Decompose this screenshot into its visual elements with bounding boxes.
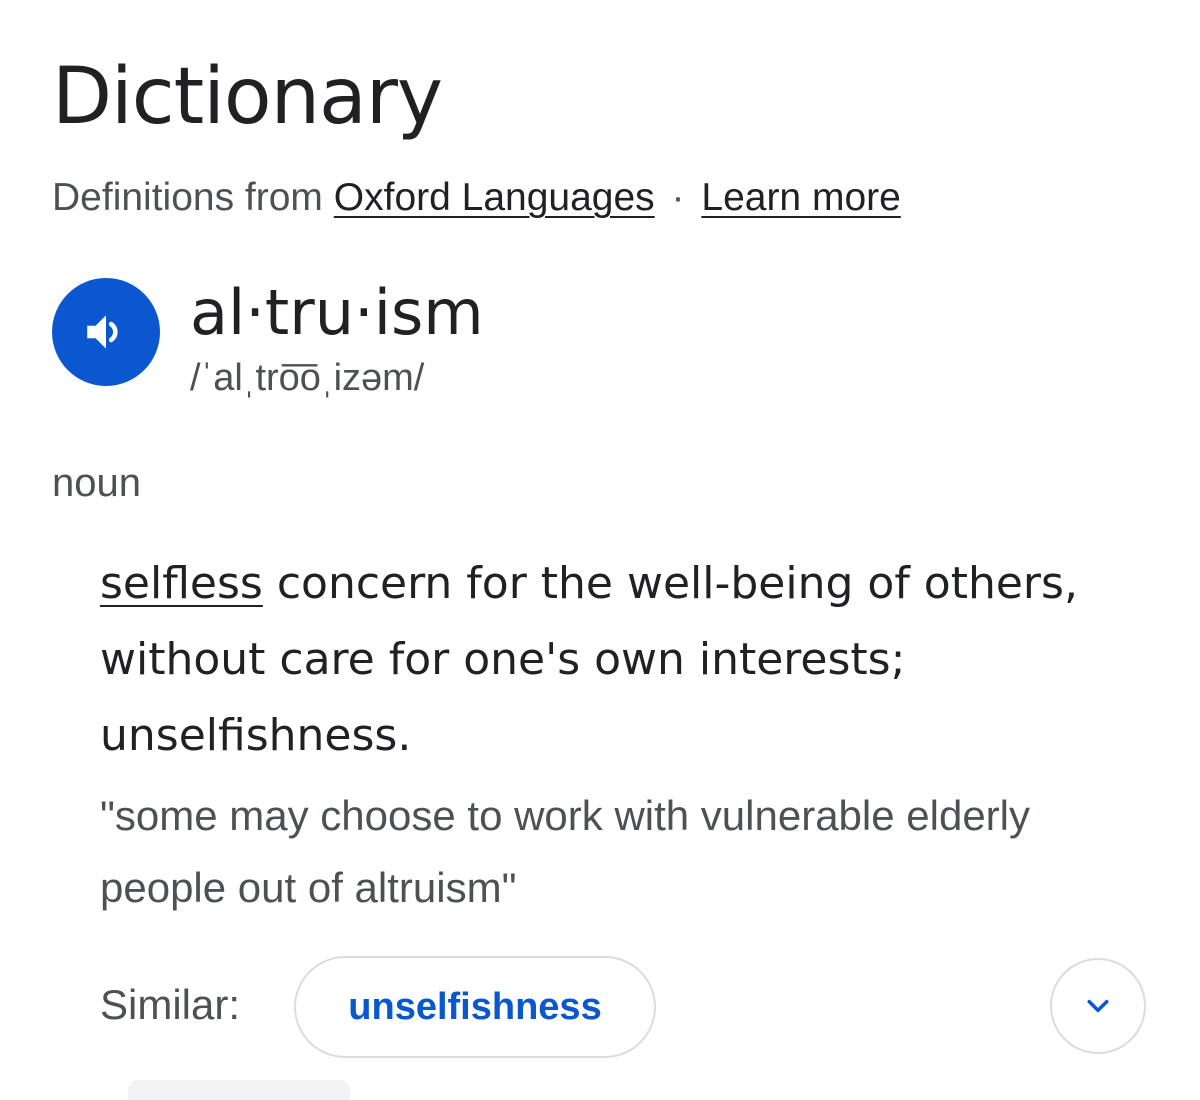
page-title: Dictionary [52, 52, 443, 142]
oxford-languages-link[interactable]: Oxford Languages [334, 176, 655, 219]
pronunciation-audio-button[interactable] [52, 278, 160, 386]
learn-more-link[interactable]: Learn more [701, 176, 900, 219]
speaker-icon [87, 315, 118, 349]
next-chip-partial [128, 1080, 350, 1100]
pronunciation: /ˈalˌtro͞oˌizəm/ [190, 357, 425, 399]
separator-dot: · [671, 176, 685, 219]
similar-word-chip[interactable]: unselfishness [294, 956, 656, 1058]
usage-example: "some may choose to work with vulnerable… [100, 792, 1030, 911]
source-attribution: Definitions from Oxford Languages · Lear… [52, 176, 901, 220]
headword: al·tru·ism [190, 276, 484, 349]
similar-label: Similar: [100, 981, 241, 1028]
definition-link-selfless[interactable]: selfless [100, 558, 263, 609]
part-of-speech: noun [52, 461, 141, 505]
source-prefix: Definitions from [52, 176, 323, 219]
expand-button[interactable] [1050, 958, 1146, 1054]
definition: selfless concern for the well-being of o… [100, 546, 1100, 774]
chevron-down-icon [1087, 999, 1109, 1013]
